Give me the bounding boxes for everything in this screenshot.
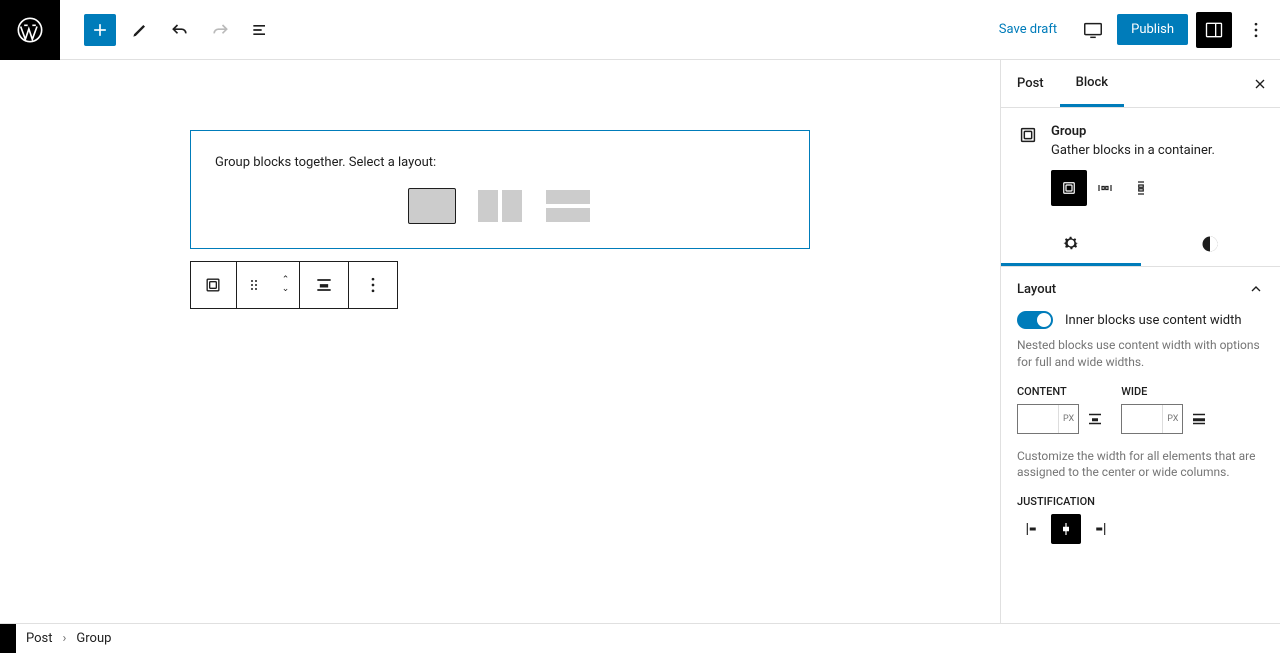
- list-icon: [250, 20, 270, 40]
- undo-button[interactable]: [164, 14, 196, 46]
- tab-post[interactable]: Post: [1001, 60, 1060, 107]
- breadcrumb-footer: Post › Group: [0, 623, 1280, 653]
- content-width-unit[interactable]: PX: [1058, 405, 1078, 433]
- tools-button[interactable]: [124, 14, 156, 46]
- undo-icon: [170, 20, 190, 40]
- layout-heading: Layout: [1017, 282, 1056, 297]
- content-width-toggle-label: Inner blocks use content width: [1065, 313, 1242, 328]
- redo-icon: [210, 20, 230, 40]
- justify-center-button[interactable]: [1051, 514, 1081, 544]
- more-vertical-icon: [1246, 20, 1266, 40]
- wide-width-label: WIDE: [1121, 385, 1183, 398]
- options-button[interactable]: [1240, 14, 1272, 46]
- justify-center-icon: [1057, 520, 1075, 538]
- align-button[interactable]: [300, 262, 350, 308]
- close-sidebar-button[interactable]: [1240, 60, 1280, 107]
- breadcrumb-post[interactable]: Post: [26, 631, 53, 646]
- drag-handle-icon[interactable]: [246, 277, 262, 293]
- redo-button[interactable]: [204, 14, 236, 46]
- block-toolbar: ⌃ ⌄: [190, 261, 398, 309]
- tab-block[interactable]: Block: [1060, 60, 1124, 107]
- wordpress-icon: [16, 16, 44, 44]
- add-block-button[interactable]: [84, 14, 116, 46]
- width-help-text: Customize the width for all elements tha…: [1017, 448, 1264, 482]
- justify-right-icon: [1091, 520, 1109, 538]
- wide-width-unit[interactable]: PX: [1162, 405, 1182, 433]
- save-draft-button[interactable]: Save draft: [987, 22, 1069, 37]
- block-type-button[interactable]: [191, 262, 237, 308]
- wordpress-logo[interactable]: [0, 0, 60, 60]
- justification-label: JUSTIFICATION: [1017, 495, 1264, 508]
- plus-icon: [90, 20, 110, 40]
- wide-width-icon: [1189, 404, 1209, 434]
- document-overview-button[interactable]: [244, 14, 276, 46]
- settings-panel-button[interactable]: [1196, 12, 1232, 48]
- row-icon: [1096, 179, 1114, 197]
- block-options-button[interactable]: [349, 262, 397, 308]
- stack-icon: [1132, 179, 1150, 197]
- group-icon: [203, 275, 223, 295]
- group-block-placeholder[interactable]: Group blocks together. Select a layout:: [190, 130, 810, 249]
- wide-width-input[interactable]: [1122, 411, 1162, 426]
- justify-right-button[interactable]: [1085, 514, 1115, 544]
- preview-button[interactable]: [1077, 14, 1109, 46]
- group-placeholder-text: Group blocks together. Select a layout:: [215, 155, 785, 170]
- subtab-styles[interactable]: [1141, 222, 1280, 266]
- move-down-button[interactable]: ⌄: [282, 285, 290, 294]
- layout-option-row[interactable]: [476, 188, 524, 224]
- layout-section-header[interactable]: Layout: [1017, 267, 1264, 311]
- settings-sidebar: Post Block Group Gather blocks in a cont…: [1000, 60, 1280, 623]
- desktop-icon: [1082, 19, 1104, 41]
- align-icon: [314, 275, 334, 295]
- editor-canvas[interactable]: Group blocks together. Select a layout: …: [0, 60, 1000, 623]
- block-description: Gather blocks in a container.: [1051, 143, 1215, 158]
- more-vertical-icon: [363, 275, 383, 295]
- close-icon: [1252, 76, 1268, 92]
- variation-stack-button[interactable]: [1123, 170, 1159, 206]
- content-width-input[interactable]: [1018, 411, 1058, 426]
- group-icon: [1060, 179, 1078, 197]
- variation-group-button[interactable]: [1051, 170, 1087, 206]
- sidebar-panel-icon: [1204, 20, 1224, 40]
- styles-icon: [1200, 234, 1220, 254]
- chevron-up-icon: [1248, 281, 1264, 297]
- pencil-icon: [130, 20, 150, 40]
- breadcrumb-separator: ›: [63, 631, 67, 646]
- gear-icon: [1061, 233, 1081, 253]
- layout-option-group[interactable]: [408, 188, 456, 224]
- variation-row-button[interactable]: [1087, 170, 1123, 206]
- content-width-help: Nested blocks use content width with opt…: [1017, 337, 1264, 371]
- breadcrumb-group[interactable]: Group: [76, 631, 111, 646]
- group-icon: [1017, 124, 1039, 146]
- publish-button[interactable]: Publish: [1117, 14, 1188, 45]
- subtab-settings[interactable]: [1001, 222, 1141, 266]
- content-width-icon: [1085, 404, 1105, 434]
- content-width-label: CONTENT: [1017, 385, 1079, 398]
- justify-left-button[interactable]: [1017, 514, 1047, 544]
- content-width-toggle[interactable]: [1017, 311, 1053, 329]
- justify-left-icon: [1023, 520, 1041, 538]
- block-name: Group: [1051, 124, 1215, 139]
- layout-option-stack[interactable]: [544, 188, 592, 224]
- top-toolbar: Save draft Publish: [0, 0, 1280, 60]
